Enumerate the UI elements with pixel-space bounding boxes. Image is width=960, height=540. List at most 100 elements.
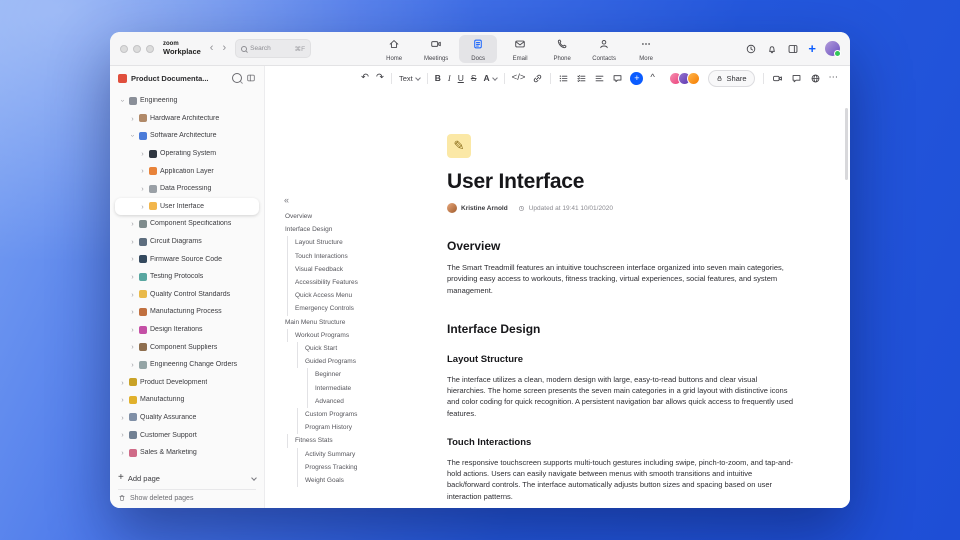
align-button[interactable] [594,73,605,84]
tree-item-sales-marketing[interactable]: › Sales & Marketing [115,444,259,462]
outline-item-emergency-controls[interactable]: Emergency Controls [281,302,409,316]
tree-item-software-architecture[interactable]: › Software Architecture [115,127,259,145]
tab-more[interactable]: More [627,35,665,63]
tab-meetings[interactable]: Meetings [417,35,455,63]
chevron-right-icon[interactable]: › [119,431,126,439]
tab-home[interactable]: Home [375,35,413,63]
clock-icon[interactable] [745,43,757,55]
collapse-sidebar-icon[interactable] [246,73,256,83]
notifications-bell-icon[interactable] [766,43,778,55]
tree-item-testing-protocols[interactable]: › Testing Protocols [115,268,259,286]
outline-item-intermediate[interactable]: Intermediate [281,381,409,395]
tree-item-engineering-change-orders[interactable]: › Engineering Change Orders [115,356,259,374]
tree-item-manufacturing[interactable]: › Manufacturing [115,391,259,409]
chevron-right-icon[interactable]: › [139,167,146,175]
user-avatar[interactable] [825,41,841,57]
tree-item-circuit-diagrams[interactable]: › Circuit Diagrams [115,233,259,251]
chevron-right-icon[interactable]: › [119,449,126,457]
sidebar-search-icon[interactable] [232,73,242,83]
chevron-right-icon[interactable]: › [129,361,136,369]
outline-item-touch-interactions[interactable]: Touch Interactions [281,249,409,263]
collapse-outline-button[interactable]: « [284,196,409,205]
insert-button[interactable]: + [630,71,644,85]
chevron-right-icon[interactable]: › [119,396,126,404]
text-style-select[interactable]: Text [399,74,421,83]
bullet-list-button[interactable] [558,73,569,84]
sidebar-panel-icon[interactable] [787,43,799,55]
outline-item-advanced[interactable]: Advanced [281,394,409,409]
video-camera-button[interactable] [772,73,783,84]
show-deleted-pages-button[interactable]: Show deleted pages [118,494,256,502]
code-button[interactable]: </> [512,73,526,83]
outline-item-fitness-stats[interactable]: Fitness Stats [281,434,409,448]
outline-item-quick-start[interactable]: Quick Start [281,342,409,356]
outline-item-beginner[interactable]: Beginner [281,368,409,382]
outline-item-custom-programs[interactable]: Custom Programs [281,408,409,422]
tree-item-quality-assurance[interactable]: › Quality Assurance [115,409,259,427]
outline-item-guided-programs[interactable]: Guided Programs [281,355,409,369]
tree-item-quality-control-standards[interactable]: › Quality Control Standards [115,286,259,304]
outline-item-accessibility-features[interactable]: Accessibility Features [281,276,409,290]
tree-item-application-layer[interactable]: › Application Layer [115,162,259,180]
tab-docs[interactable]: Docs [459,34,498,63]
outline-item-visual-feedback[interactable]: Visual Feedback [281,262,409,277]
outline-item-weight-goals[interactable]: Weight Goals [281,474,409,488]
outline-item-activity-summary[interactable]: Activity Summary [281,447,409,461]
outline-item-overview[interactable]: Overview [281,210,409,223]
forward-button[interactable]: › [222,43,226,54]
undo-button[interactable]: ↶ [361,73,369,83]
add-button[interactable]: + [808,42,816,55]
chevron-right-icon[interactable]: › [139,185,146,193]
tree-item-operating-system[interactable]: › Operating System [115,145,259,163]
chevron-down-icon[interactable] [251,475,257,481]
more-options-button[interactable]: ⋯ [829,73,839,83]
chevron-right-icon[interactable]: › [129,343,136,351]
chevron-right-icon[interactable]: › [129,308,136,316]
outline-item-program-history[interactable]: Program History [281,421,409,435]
chevron-right-icon[interactable]: › [129,255,136,263]
outline-item-workout-programs[interactable]: Workout Programs [281,328,409,343]
chevron-right-icon[interactable]: › [129,273,136,281]
underline-button[interactable]: U [458,74,464,83]
chevron-right-icon[interactable]: › [129,220,136,228]
redo-button[interactable]: ↷ [376,73,384,83]
tree-item-user-interface[interactable]: › User Interface [115,197,259,216]
outline-item-layout-structure[interactable]: Layout Structure [281,236,409,250]
zoom-window-button[interactable] [146,44,154,53]
collaborator-avatar[interactable] [687,71,701,85]
globe-button[interactable] [810,73,821,84]
tree-item-product-development[interactable]: › Product Development [115,374,259,392]
back-button[interactable]: ‹ [210,43,214,54]
tree-item-component-specifications[interactable]: › Component Specifications [115,215,259,233]
global-search[interactable]: Search ⌘F [235,39,312,58]
tree-item-engineering[interactable]: › Engineering [115,92,259,110]
bold-button[interactable]: B [435,74,441,83]
outline-item-quick-access-menu[interactable]: Quick Access Menu [281,289,409,303]
scrollbar[interactable] [845,108,848,180]
text-color-button[interactable]: A [484,73,498,83]
strikethrough-button[interactable]: S [471,74,477,83]
tree-item-component-suppliers[interactable]: › Component Suppliers [115,338,259,356]
minimize-window-button[interactable] [133,44,141,53]
tree-item-hardware-architecture[interactable]: › Hardware Architecture [115,110,259,128]
tree-item-manufacturing-process[interactable]: › Manufacturing Process [115,303,259,321]
outline-item-main-menu-structure[interactable]: Main Menu Structure [281,316,409,329]
chevron-down-icon[interactable]: › [118,97,127,104]
chevron-right-icon[interactable]: › [129,238,136,246]
tab-phone[interactable]: Phone [543,35,581,63]
chevron-right-icon[interactable]: › [119,414,126,422]
chevron-right-icon[interactable]: › [129,326,136,334]
italic-button[interactable]: I [448,74,451,83]
chat-button[interactable] [791,73,802,84]
link-button[interactable] [532,73,543,84]
chevron-down-icon[interactable]: › [128,132,137,139]
chevron-right-icon[interactable]: › [129,115,136,123]
tree-item-customer-support[interactable]: › Customer Support [115,426,259,444]
tree-item-firmware-source-code[interactable]: › Firmware Source Code [115,250,259,268]
chevron-right-icon[interactable]: › [119,379,126,387]
tab-contacts[interactable]: Contacts [585,35,623,63]
chevron-right-icon[interactable]: › [129,291,136,299]
add-page-button[interactable]: + Add page [118,469,257,487]
outline-item-interface-design[interactable]: Interface Design [281,223,409,236]
outline-item-progress-tracking[interactable]: Progress Tracking [281,460,409,475]
